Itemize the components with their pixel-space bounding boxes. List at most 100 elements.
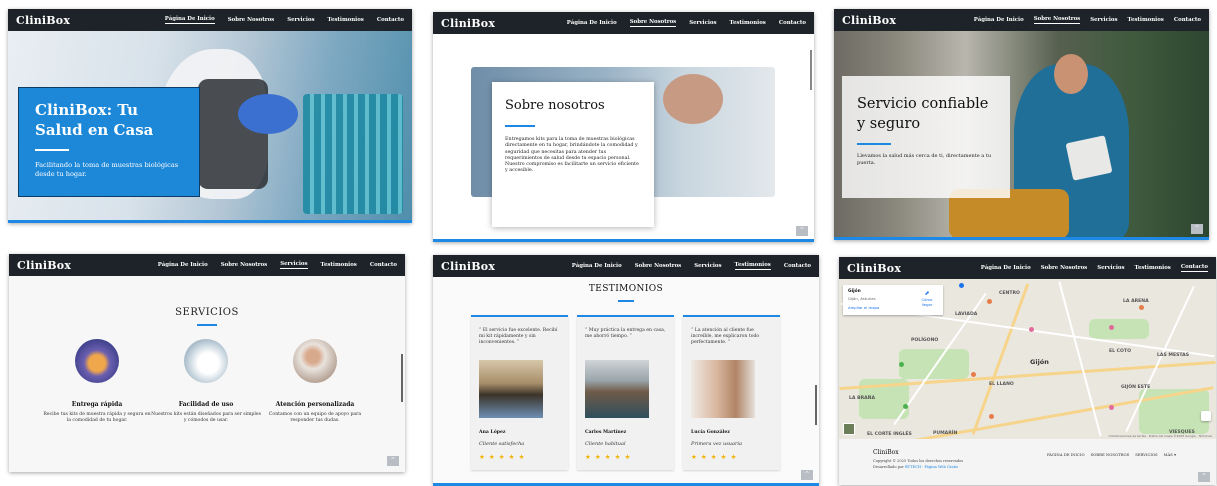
service-text: Nuestros kits están diseñados para ser s… bbox=[151, 412, 261, 424]
map-zoom-control[interactable] bbox=[1201, 411, 1211, 421]
nav-services[interactable]: Servicios bbox=[287, 17, 314, 24]
footer-link-home[interactable]: PÁGINA DE INICIO bbox=[1047, 452, 1085, 457]
test-tubes-shape bbox=[303, 94, 403, 214]
google-map[interactable]: CENTRO LA ARENA LAVIADA POLÍGONO EL COTO… bbox=[839, 279, 1216, 439]
map-pin-icon[interactable] bbox=[959, 283, 964, 288]
nav-about[interactable]: Sobre Nosotros bbox=[635, 263, 682, 270]
nav-services[interactable]: Servicios bbox=[280, 261, 308, 269]
nav-contact[interactable]: Contacto bbox=[1174, 17, 1201, 24]
panel-home: CliniBox Página De Inicio Sobre Nosotros… bbox=[8, 9, 412, 223]
nav-testimonials[interactable]: Testimonios bbox=[328, 17, 364, 24]
nav-services[interactable]: Servicios bbox=[694, 263, 721, 270]
glove-shape bbox=[238, 94, 298, 134]
support-image bbox=[293, 339, 337, 383]
nav-home[interactable]: Página De Inicio bbox=[567, 20, 617, 27]
nav-about[interactable]: Sobre Nosotros bbox=[1033, 16, 1081, 24]
footer-dev-prefix: Desarrollado por bbox=[873, 465, 904, 469]
nav-contact[interactable]: Contacto bbox=[1180, 264, 1208, 272]
map-pin-icon[interactable] bbox=[987, 299, 992, 304]
testimonials-title: TESTIMONIOS bbox=[588, 284, 664, 294]
nav-testimonials[interactable]: Testimonios bbox=[730, 20, 766, 27]
testimonial-role: Primera vez usuaria bbox=[691, 441, 742, 447]
footer-link-about[interactable]: SOBRE NOSOTROS bbox=[1091, 452, 1130, 457]
nav-testimonials[interactable]: Testimonios bbox=[1135, 265, 1171, 272]
nav-contact[interactable]: Contacto bbox=[784, 263, 811, 270]
tablet-shape bbox=[1065, 135, 1113, 181]
testimonial-quote: “ La atención al cliente fue increíble, … bbox=[691, 328, 760, 346]
nav-about[interactable]: Sobre Nosotros bbox=[1041, 265, 1088, 272]
nav-home[interactable]: Página De Inicio bbox=[981, 265, 1031, 272]
footer-link-services[interactable]: SERVICIOS bbox=[1135, 452, 1157, 457]
scrollbar[interactable] bbox=[815, 385, 817, 425]
scroll-top-button[interactable]: ^ bbox=[801, 470, 813, 480]
footer-dev-link[interactable]: BTTECH - Página Web Gratis bbox=[905, 465, 958, 469]
testimonial-card: “ Muy práctica la entrega en casa, me ah… bbox=[577, 315, 674, 470]
scrollbar[interactable] bbox=[401, 354, 403, 402]
nav-about[interactable]: Sobre Nosotros bbox=[629, 19, 677, 27]
scroll-top-button[interactable]: ^ bbox=[1198, 472, 1210, 482]
map-pin-icon[interactable] bbox=[1109, 405, 1114, 410]
nav-contact[interactable]: Contacto bbox=[779, 20, 806, 27]
service-title: Atención personalizada bbox=[275, 401, 355, 408]
footer: CliniBox Copyright © 2025 Todos los dere… bbox=[839, 439, 1216, 485]
nav-home[interactable]: Página De Inicio bbox=[974, 17, 1024, 24]
bottom-accent-bar bbox=[8, 220, 412, 223]
main-road bbox=[839, 360, 1216, 391]
map-pin-icon[interactable] bbox=[1139, 305, 1144, 310]
nav-home[interactable]: Página De Inicio bbox=[572, 263, 622, 270]
scroll-top-button[interactable]: ^ bbox=[387, 456, 399, 466]
hero-rule bbox=[35, 149, 69, 151]
nav-services[interactable]: Servicios bbox=[1097, 265, 1124, 272]
map-directions-button[interactable]: ⬈ Cómo llegar bbox=[916, 290, 938, 307]
nav-testimonials[interactable]: Testimonios bbox=[321, 262, 357, 269]
map-pin-icon[interactable] bbox=[1109, 325, 1114, 330]
map-label: PUMARÍN bbox=[933, 431, 958, 436]
services-rule bbox=[197, 324, 217, 326]
brand-logo[interactable]: CliniBox bbox=[441, 17, 495, 30]
footer-link-more[interactable]: MÁS ▾ bbox=[1164, 452, 1176, 457]
nav-testimonials[interactable]: Testimonios bbox=[1128, 17, 1164, 24]
brand-logo[interactable]: CliniBox bbox=[842, 14, 896, 27]
nav-services[interactable]: Servicios bbox=[1090, 17, 1117, 24]
map-label: EL COTO bbox=[1109, 349, 1131, 354]
nav-about[interactable]: Sobre Nosotros bbox=[221, 262, 268, 269]
testimonial-name: Ana López bbox=[479, 430, 506, 435]
directions-label: Cómo llegar bbox=[921, 297, 933, 307]
brand-logo[interactable]: CliniBox bbox=[17, 259, 71, 272]
bottom-accent-bar bbox=[834, 237, 1209, 240]
hero-title: CliniBox: Tu Salud en Casa bbox=[35, 101, 154, 139]
service-title: Entrega rápida bbox=[71, 401, 123, 408]
scroll-top-button[interactable]: ^ bbox=[796, 226, 808, 236]
map-label: LAVIADA bbox=[955, 312, 978, 317]
brand-logo[interactable]: CliniBox bbox=[16, 14, 70, 27]
map-pin-icon[interactable] bbox=[899, 362, 904, 367]
map-pin-icon[interactable] bbox=[989, 414, 994, 419]
brand-logo[interactable]: CliniBox bbox=[847, 262, 901, 275]
map-pin-icon[interactable] bbox=[903, 404, 908, 409]
map-pin-icon[interactable] bbox=[971, 372, 976, 377]
scrollbar[interactable] bbox=[810, 50, 812, 90]
nav-services[interactable]: Servicios bbox=[689, 20, 716, 27]
service-text: Recibe tus kits de muestra rápida y segu… bbox=[43, 412, 151, 424]
map-label: CENTRO bbox=[999, 291, 1020, 296]
nav-home[interactable]: Página De Inicio bbox=[158, 262, 208, 269]
nav-home[interactable]: Página De Inicio bbox=[164, 16, 215, 24]
map-label: EL CORTE INGLÉS bbox=[867, 432, 912, 437]
care-box: Servicio confiable y seguro Llevamos la … bbox=[842, 76, 1010, 198]
brand-logo[interactable]: CliniBox bbox=[441, 260, 495, 273]
service-title: Facilidad de uso bbox=[178, 401, 234, 408]
map-label: GIJÓN ESTE bbox=[1121, 385, 1151, 390]
nav-menu: Página De Inicio Sobre Nosotros Servicio… bbox=[572, 262, 811, 270]
avatar bbox=[691, 360, 755, 418]
scroll-top-button[interactable]: ^ bbox=[1191, 224, 1203, 234]
nav-about[interactable]: Sobre Nosotros bbox=[228, 17, 275, 24]
panel-care: CliniBox Página De Inicio Sobre Nosotros… bbox=[834, 9, 1209, 240]
panel-about: CliniBox Página De Inicio Sobre Nosotros… bbox=[433, 12, 814, 242]
avatar bbox=[479, 360, 543, 418]
nav-contact[interactable]: Contacto bbox=[370, 262, 397, 269]
nav-contact[interactable]: Contacto bbox=[377, 17, 404, 24]
map-pin-icon[interactable] bbox=[1029, 327, 1034, 332]
testimonials-rule bbox=[618, 300, 634, 302]
nav-testimonials[interactable]: Testimonios bbox=[734, 262, 771, 270]
map-layer-toggle[interactable] bbox=[843, 423, 855, 435]
